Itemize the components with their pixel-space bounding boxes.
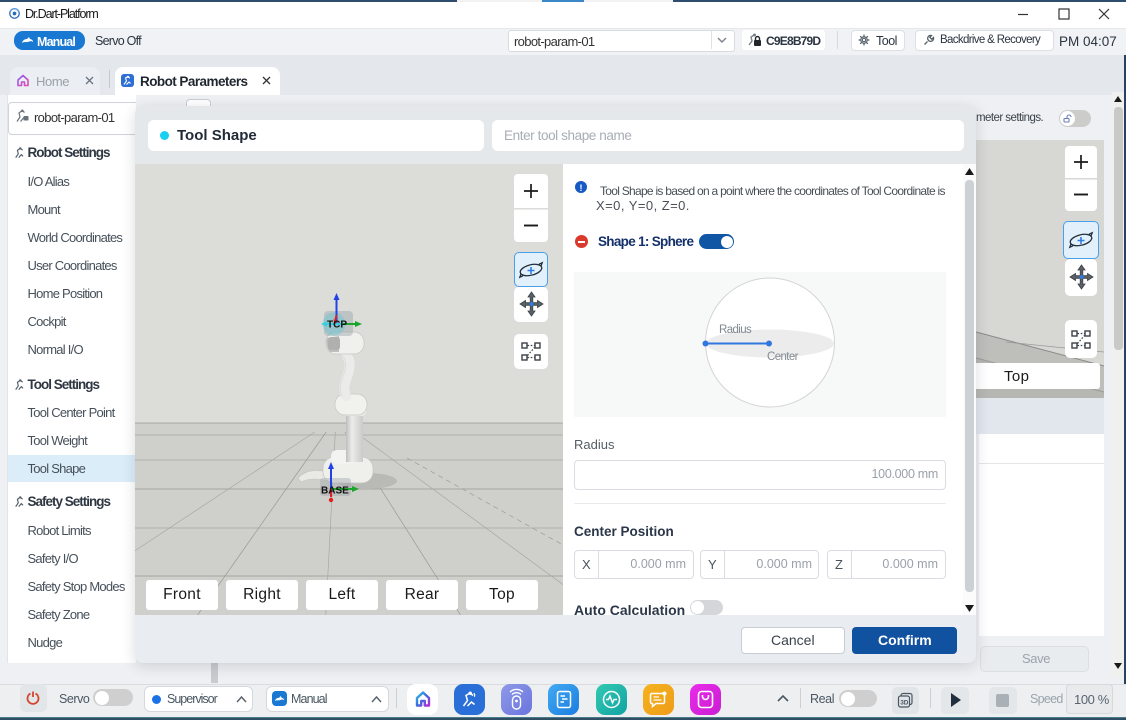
svg-text:Radius: Radius: [719, 324, 752, 336]
svg-text:TCP: TCP: [327, 320, 347, 331]
svg-text:Center: Center: [767, 351, 799, 363]
svg-text:3D: 3D: [900, 699, 909, 706]
svg-text:BASE: BASE: [321, 486, 349, 497]
